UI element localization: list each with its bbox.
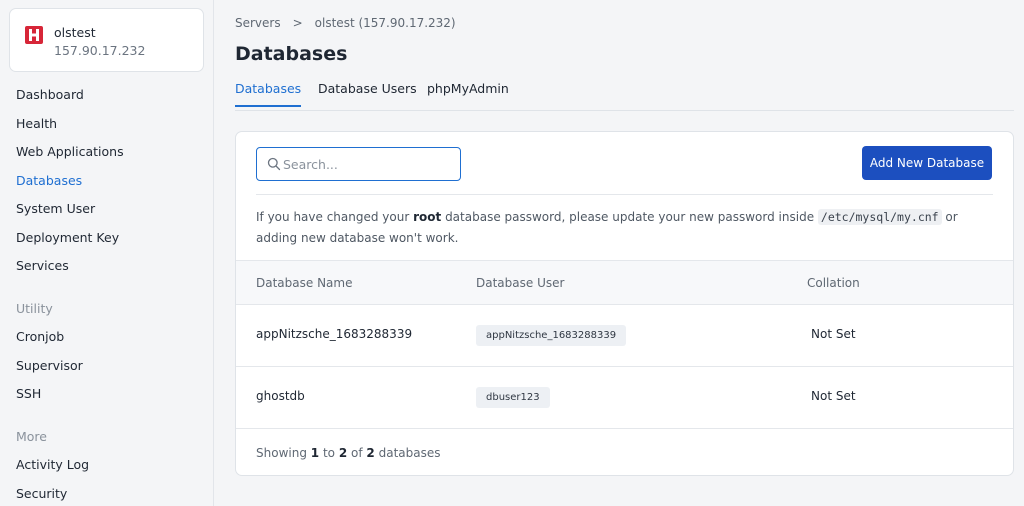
sidebar-item-system-user[interactable]: System User [16, 201, 95, 216]
tab-bar: Databases Database Users phpMyAdmin [235, 81, 1014, 111]
server-logo-icon [25, 26, 43, 44]
breadcrumb: Servers > olstest (157.90.17.232) [235, 16, 456, 30]
server-card[interactable]: olstest 157.90.17.232 [9, 8, 204, 72]
sidebar-item-supervisor[interactable]: Supervisor [16, 358, 83, 373]
sidebar: olstest 157.90.17.232 Dashboard Health W… [0, 0, 214, 506]
search-icon [267, 157, 281, 171]
pagination-summary: Showing 1 to 2 of 2 databases [256, 446, 441, 460]
add-new-database-button[interactable]: Add New Database [862, 146, 992, 180]
table-row[interactable]: appNitzsche_1683288339 appNitzsche_16832… [236, 305, 1013, 367]
pagination-of-word: of [351, 446, 363, 460]
table-header: Database Name Database User Collation [236, 260, 1013, 305]
pagination-to-word: to [322, 446, 335, 460]
notice-config-path: /etc/mysql/my.cnf [817, 209, 942, 225]
sidebar-item-activity-log[interactable]: Activity Log [16, 457, 89, 472]
pagination-to: 2 [338, 446, 348, 460]
sidebar-item-dashboard[interactable]: Dashboard [16, 87, 84, 102]
column-header-database-user: Database User [476, 276, 565, 290]
table-row[interactable]: ghostdb dbuser123 Not Set [236, 367, 1013, 429]
sidebar-item-security[interactable]: Security [16, 486, 67, 501]
sidebar-section-utility: Utility [16, 301, 53, 316]
search-input[interactable] [283, 154, 453, 174]
collation-cell: Not Set [811, 327, 856, 341]
pagination-total: 2 [366, 446, 375, 460]
sidebar-item-deployment-key[interactable]: Deployment Key [16, 230, 119, 245]
divider [256, 194, 993, 195]
column-header-database-name: Database Name [256, 276, 353, 290]
breadcrumb-current: olstest (157.90.17.232) [314, 16, 456, 30]
password-notice: If you have changed your root database p… [256, 207, 976, 249]
breadcrumb-servers-link[interactable]: Servers [235, 16, 281, 30]
database-user-badge: dbuser123 [476, 387, 550, 408]
sidebar-item-ssh[interactable]: SSH [16, 386, 41, 401]
column-header-collation: Collation [807, 276, 860, 290]
database-name-cell: appNitzsche_1683288339 [256, 327, 413, 341]
sidebar-item-databases[interactable]: Databases [16, 173, 82, 188]
databases-panel: Add New Database If you have changed you… [235, 131, 1014, 476]
search-box[interactable] [256, 147, 461, 181]
pagination-suffix: databases [378, 446, 441, 460]
tab-database-users[interactable]: Database Users [318, 81, 417, 105]
pagination-from: 1 [310, 446, 320, 460]
database-name-cell: ghostdb [256, 389, 305, 403]
sidebar-item-web-applications[interactable]: Web Applications [16, 144, 124, 159]
pagination-showing: Showing [256, 446, 307, 460]
sidebar-section-more: More [16, 429, 47, 444]
sidebar-item-cronjob[interactable]: Cronjob [16, 329, 64, 344]
tab-phpmyadmin[interactable]: phpMyAdmin [427, 81, 509, 105]
notice-text-prefix: If you have changed your [256, 210, 414, 224]
sidebar-item-services[interactable]: Services [16, 258, 69, 273]
notice-text-middle: database password, please update your ne… [441, 210, 818, 224]
sidebar-item-health[interactable]: Health [16, 116, 57, 131]
server-name: olstest [54, 25, 96, 40]
database-user-badge: appNitzsche_1683288339 [476, 325, 627, 346]
server-ip: 157.90.17.232 [54, 43, 146, 58]
tab-databases[interactable]: Databases [235, 81, 302, 107]
collation-cell: Not Set [811, 389, 856, 403]
notice-text-root: root [413, 210, 442, 224]
breadcrumb-separator: > [292, 16, 303, 30]
page-title: Databases [235, 43, 348, 65]
